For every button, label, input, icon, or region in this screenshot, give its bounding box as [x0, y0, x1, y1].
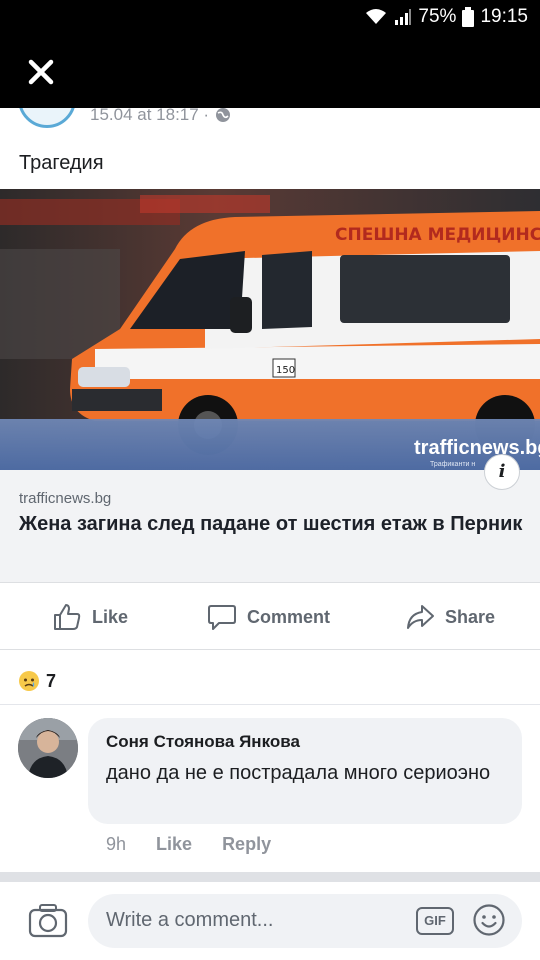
battery-percent: 75%	[418, 6, 457, 27]
smiley-icon	[473, 904, 505, 936]
page-avatar[interactable]	[18, 108, 76, 128]
comment-button[interactable]: Comment	[207, 602, 330, 632]
divider	[0, 704, 540, 705]
link-preview-image[interactable]: СПЕШНА МЕДИЦИНСКА П 150 trafficnews.bg Т…	[0, 189, 540, 470]
post-timestamp[interactable]: 15.04 at 18:17 ·	[90, 108, 209, 125]
door-number: 150	[276, 365, 295, 376]
commenter-avatar[interactable]	[18, 718, 78, 778]
clock: 19:15	[480, 6, 528, 27]
viewer-top-bar	[0, 36, 540, 108]
globe-icon	[216, 108, 231, 122]
commenter-photo	[18, 718, 78, 778]
watermark-subtext: Трафиканти н	[430, 461, 475, 468]
comment-label: Comment	[247, 606, 331, 627]
comment-input[interactable]: Write a comment... GIF	[88, 894, 522, 948]
thumbs-up-icon	[54, 604, 81, 630]
composer-divider	[0, 872, 540, 882]
camera-button[interactable]	[28, 902, 68, 940]
wifi-icon	[366, 9, 387, 24]
watermark-text: trafficnews.bg	[414, 437, 540, 459]
ambulance-banner-text: СПЕШНА МЕДИЦИНСКА П	[335, 225, 540, 245]
comment-text: дано да не е пострадала много сериоэно	[106, 762, 491, 784]
camera-icon	[28, 904, 68, 938]
comment-bubble[interactable]: Соня Стоянова Янкова дано да не е постра…	[88, 718, 522, 824]
comment-like-button[interactable]: Like	[156, 834, 192, 855]
share-icon	[407, 605, 434, 629]
close-icon	[28, 59, 54, 85]
share-button[interactable]: Share	[405, 602, 495, 632]
gif-button[interactable]: GIF	[416, 907, 454, 935]
link-title: Жена загина след падане от шестия етаж в…	[19, 513, 523, 535]
comment-author[interactable]: Соня Стоянова Янкова	[106, 732, 300, 752]
status-bar: 75% 19:15	[0, 0, 540, 36]
comment-input-placeholder: Write a comment...	[106, 909, 274, 931]
comment-time[interactable]: 9h	[106, 834, 126, 855]
reaction-count: 7	[46, 670, 57, 691]
sad-emoji-icon	[19, 671, 39, 691]
reaction-summary[interactable]: 7	[18, 670, 56, 692]
comment-composer: Write a comment... GIF	[0, 882, 540, 960]
like-label: Like	[92, 606, 129, 627]
like-button[interactable]: Like	[52, 602, 128, 632]
comment-icon	[208, 605, 236, 630]
post-actions: Like Comment Share	[0, 584, 540, 650]
close-button[interactable]	[26, 57, 56, 87]
ambulance-image: СПЕШНА МЕДИЦИНСКА П 150 trafficnews.bg Т…	[0, 189, 540, 470]
comment-meta: 9h Like Reply	[106, 834, 271, 855]
signal-icon	[395, 9, 412, 25]
link-domain: trafficnews.bg	[19, 490, 112, 507]
share-label: Share	[445, 606, 496, 627]
comment-reply-button[interactable]: Reply	[222, 834, 271, 855]
post-text: Трагедия	[19, 152, 104, 174]
link-preview[interactable]: i trafficnews.bg Жена загина след падане…	[0, 454, 540, 583]
emoji-button[interactable]	[472, 903, 506, 937]
post-header: 15.04 at 18:17 ·	[0, 108, 540, 132]
info-icon[interactable]: i	[484, 454, 520, 490]
battery-icon	[462, 7, 475, 27]
